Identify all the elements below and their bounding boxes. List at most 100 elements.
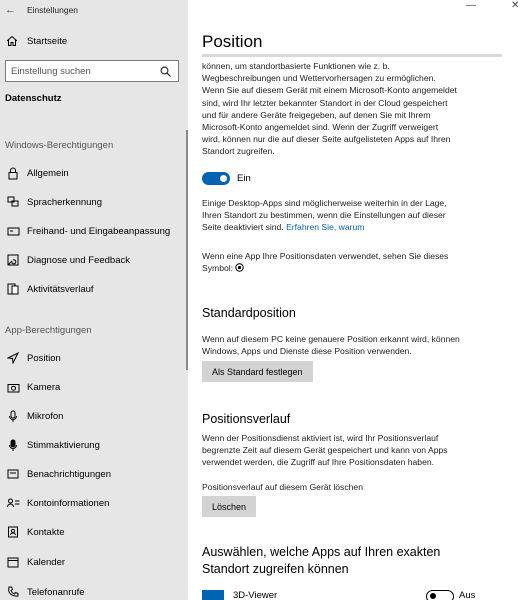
clear-history-button[interactable]: Löschen [202,496,257,517]
sidebar-item-allgemein[interactable]: Allgemein [0,163,186,183]
sidebar-item-kontoinformationen[interactable]: Kontoinformationen [0,493,186,513]
microphone-icon [5,408,21,424]
app-name-3d-viewer: 3D-Viewer [233,590,278,600]
sidebar-item-mikrofon[interactable]: Mikrofon [0,406,186,426]
group-heading-windows: Windows-Berechtigungen [5,140,114,151]
hist-line: Wenn der Positionsdienst aktiviert ist, … [202,433,439,443]
phone-icon [5,584,21,600]
sidebar-item-kamera[interactable]: Kamera [0,377,186,397]
location-in-use-icon [235,263,245,272]
lock-icon [5,165,21,181]
intro-line: Wegbeschreibungen und Wettervorhersagen … [202,73,436,84]
sidebar-item-benachrichtigungen[interactable]: Benachrichtigungen [0,464,186,484]
hist-line: begrenzte Zeit auf diesem Gerät gespeich… [202,445,448,456]
notification-icon [5,466,21,482]
learn-why-link[interactable]: Erfahren Sie, warum [286,222,364,232]
diagnostics-icon [5,252,21,268]
pen-icon [5,223,21,239]
home-icon [6,35,18,46]
intro-line: sind, wird Ihr letzter bekannter Standor… [202,97,448,108]
positionsverlauf-text: Wenn der Positionsdienst aktiviert ist, … [202,432,518,469]
intro-line: wird, können nur die auf dieser Seite au… [202,134,451,145]
desktop-line: Einige Desktop-Apps sind möglicherweise … [202,198,447,208]
intro-line: können, um standortbasierte Funktionen w… [202,61,390,71]
sidebar-item-label: Allgemein [27,167,69,179]
3d-viewer-toggle[interactable] [426,590,454,600]
sidebar-item-label: Kontoinformationen [27,497,110,509]
symbol-line: Symbol: [202,262,518,274]
search-box [5,60,179,82]
clear-history-label: Positionsverlauf auf diesem Gerät lösche… [202,482,363,492]
scroll-fade [202,54,502,57]
voice-icon [5,437,21,453]
symbol-label: Symbol: [202,263,234,274]
std-line: Wenn auf diesem PC keine genauere Positi… [202,334,460,344]
hist-line: verwendet werden, die Zugriff auf Ihre P… [202,457,435,468]
sidebar-item-home[interactable]: Startseite [6,35,67,47]
sidebar-item-spracherkennung[interactable]: Spracherkennung [0,192,186,212]
camera-icon [5,379,21,395]
sidebar-item-aktivitaetsverlauf[interactable]: Aktivitätsverlauf [0,279,186,299]
std-line: Windows, Apps und Dienste diese Position… [202,346,412,357]
sidebar-item-label: Position [27,352,61,364]
sidebar-item-freihand[interactable]: Freihand- und Eingabeanpassung [0,221,186,241]
section-heading-positionsverlauf: Positionsverlauf [202,412,291,426]
sidebar-item-position[interactable]: Position [0,348,186,368]
intro-line: Microsoft-Konto angemeldet sind. Wenn de… [202,122,439,133]
apps-heading-line: Auswählen, welche Apps auf Ihren exakten [202,545,441,559]
title-bar: ← Einstellungen [0,0,188,20]
content-pane: Position können, um standortbasierte Fun… [188,0,530,600]
window-title: Einstellungen [27,5,79,15]
search-input[interactable] [6,61,160,81]
search-icon[interactable] [160,66,171,77]
account-info-icon [5,495,21,511]
speech-icon [5,194,21,210]
page-title: Position [202,32,263,51]
desktop-line: Seite deaktiviert sind. Erfahren Sie, wa… [202,221,518,233]
sidebar-item-kontakte[interactable]: Kontakte [0,522,186,542]
set-default-button[interactable]: Als Standard festlegen [202,361,313,382]
3d-viewer-app-icon [202,590,224,600]
section-heading-standardposition: Standardposition [202,306,296,320]
sidebar-item-label: Benachrichtigungen [27,468,111,480]
sidebar-item-label: Kalender [27,556,66,568]
symbol-text: Wenn eine App Ihre Positionsdaten verwen… [202,250,518,274]
sidebar-item-diagnose[interactable]: Diagnose und Feedback [0,250,186,270]
desktop-last-text: Seite deaktiviert sind. [202,222,284,233]
calendar-icon [5,554,21,570]
standardposition-text: Wenn auf diesem PC keine genauere Positi… [202,333,518,357]
close-icon[interactable]: ✕ [511,0,519,11]
symbol-line: Wenn eine App Ihre Positionsdaten verwen… [202,251,449,261]
current-section-heading: Datenschutz [5,93,62,104]
sidebar-item-label: Kontakte [27,526,65,538]
location-icon [5,350,21,366]
intro-line: und für andere Geräte freigegeben, auf d… [202,109,431,120]
home-label: Startseite [27,35,68,47]
sidebar-item-label: Diagnose und Feedback [27,254,130,266]
sidebar-item-label: Freihand- und Eingabeanpassung [27,225,171,237]
back-arrow-icon[interactable]: ← [5,4,17,16]
contacts-icon [5,524,21,540]
toggle-state-label: Ein [237,173,251,184]
minimize-icon[interactable]: — [466,0,476,11]
location-access-toggle[interactable] [202,172,230,185]
sidebar: ← Einstellungen Startseite Datenschutz W… [0,0,188,600]
intro-line: Standort zugreifen. [202,146,275,157]
sidebar-item-label: Telefonanrufe [27,586,85,598]
sidebar-item-label: Kamera [27,381,61,393]
apps-heading-line: Standort zugreifen können [202,562,349,576]
sidebar-item-telefonanrufe[interactable]: Telefonanrufe [0,582,186,600]
sidebar-item-label: Aktivitätsverlauf [27,283,94,295]
sidebar-item-stimmaktivierung[interactable]: Stimmaktivierung [0,435,186,455]
sidebar-item-kalender[interactable]: Kalender [0,552,186,572]
3d-viewer-toggle-state: Aus [459,590,476,600]
section-heading-app-access: Auswählen, welche Apps auf Ihren exakten… [202,545,440,576]
group-heading-apps: App-Berechtigungen [5,325,92,336]
history-icon [5,281,21,297]
sidebar-item-label: Spracherkennung [27,196,102,208]
sidebar-item-label: Stimmaktivierung [27,439,100,451]
intro-text: können, um standortbasierte Funktionen w… [202,60,518,158]
desktop-apps-text: Einige Desktop-Apps sind möglicherweise … [202,197,518,234]
sidebar-item-label: Mikrofon [27,410,64,422]
desktop-line: Ihren Standort zu bestimmen, wenn die Ei… [202,210,446,221]
